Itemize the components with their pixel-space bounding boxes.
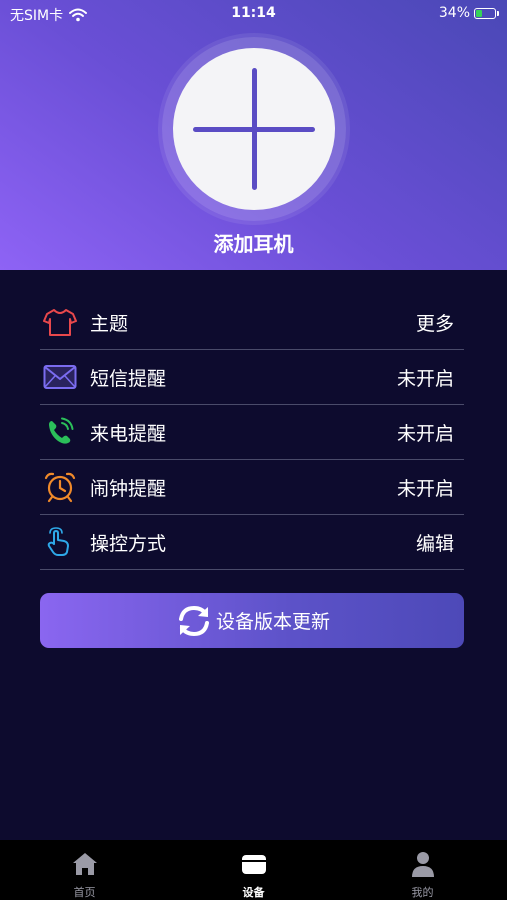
setting-row-sms[interactable]: 短信提醒 未开启: [40, 350, 464, 405]
plus-icon: [193, 68, 315, 190]
tab-device-label: 设备: [242, 886, 265, 899]
setting-label-sms: 短信提醒: [90, 367, 167, 390]
setting-label-control: 操控方式: [90, 532, 167, 555]
add-earphone-title: 添加耳机: [213, 232, 294, 256]
battery-icon: [474, 7, 496, 19]
setting-row-alarm[interactable]: 闹钟提醒 未开启: [40, 460, 464, 515]
status-right: 34%: [439, 5, 499, 21]
setting-value-sms[interactable]: 未开启: [397, 364, 454, 391]
envelope-icon: [43, 360, 77, 394]
add-earphone-button[interactable]: [162, 37, 346, 221]
setting-label-alarm: 闹钟提醒: [90, 477, 167, 500]
setting-value-theme[interactable]: 更多: [416, 309, 454, 336]
tab-device[interactable]: 设备: [169, 840, 338, 900]
home-icon: [73, 853, 97, 875]
profile-icon: [412, 852, 434, 877]
setting-label-call: 来电提醒: [90, 422, 167, 445]
add-button-inner[interactable]: [173, 48, 335, 210]
touch-hand-icon: [43, 525, 77, 559]
shirt-icon: [43, 305, 77, 339]
setting-value-call[interactable]: 未开启: [397, 419, 454, 446]
alarm-clock-icon: [43, 470, 77, 504]
device-update-button[interactable]: 设备版本更新: [40, 593, 464, 648]
setting-label-theme: 主题: [90, 312, 129, 335]
status-time: 11:14: [231, 5, 276, 21]
setting-value-control[interactable]: 编辑: [416, 529, 454, 556]
device-icon: [242, 855, 266, 874]
setting-row-control[interactable]: 操控方式 编辑: [40, 515, 464, 570]
tab-profile-label: 我的: [411, 886, 434, 899]
battery-tip: [497, 10, 499, 16]
tab-home-label: 首页: [73, 886, 96, 899]
phone-icon: [43, 415, 77, 449]
setting-value-alarm[interactable]: 未开启: [397, 474, 454, 501]
device-update-label: 设备版本更新: [215, 611, 330, 633]
header: 无SIM卡 11:14 34% 添加耳机: [0, 0, 507, 270]
tab-bar: 首页 设备 我的: [0, 840, 507, 900]
battery-fill: [476, 9, 482, 17]
battery-percent: 34%: [438, 5, 470, 21]
setting-row-theme[interactable]: 主题 更多: [40, 295, 464, 350]
setting-row-call[interactable]: 来电提醒 未开启: [40, 405, 464, 460]
status-bar: 无SIM卡 11:14 34%: [0, 0, 507, 28]
tab-profile[interactable]: 我的: [338, 840, 507, 900]
refresh-icon: [178, 605, 209, 636]
settings-list: 主题 更多 短信提醒 未开启 来电提醒 未开启 闹钟提醒 未开启 操控方式 编辑: [40, 295, 464, 570]
tab-home[interactable]: 首页: [0, 840, 169, 900]
